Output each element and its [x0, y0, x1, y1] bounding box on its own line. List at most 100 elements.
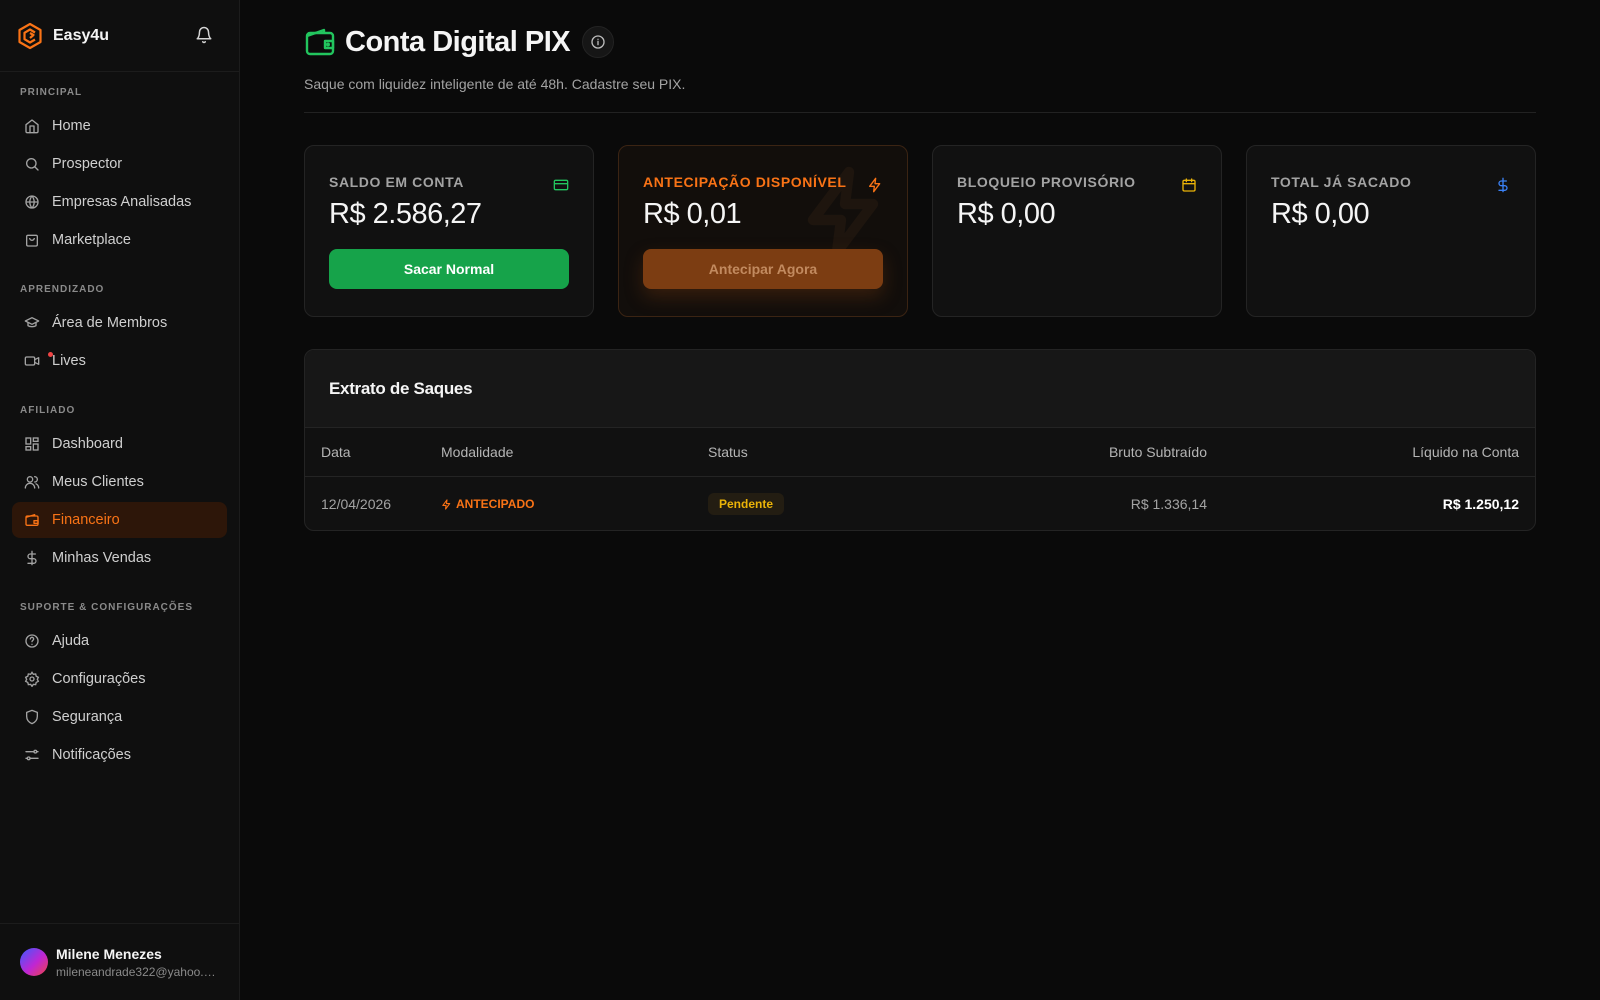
bell-icon[interactable] — [195, 26, 213, 44]
sidebar-item-meus-clientes[interactable]: Meus Clientes — [12, 464, 227, 500]
section-label-principal: PRINCIPAL — [20, 87, 83, 98]
sidebar-item-seguranca[interactable]: Segurança — [12, 699, 227, 735]
dashboard-grid-icon — [25, 437, 39, 451]
card-label: TOTAL JÁ SACADO — [1271, 174, 1412, 190]
sidebar-item-label: Home — [52, 118, 91, 134]
brand-name: Easy4u — [53, 26, 110, 44]
lightning-icon — [442, 498, 451, 510]
card-value: R$ 0,00 — [1271, 198, 1370, 230]
main-content: Conta Digital PIX Saque com liquidez int… — [240, 0, 1600, 1000]
sidebar-item-empresas-analisadas[interactable]: Empresas Analisadas — [12, 184, 227, 220]
info-icon — [591, 35, 605, 49]
page-subtitle: Saque com liquidez inteligente de até 48… — [304, 76, 686, 92]
mode-tag: ANTECIPADO — [441, 497, 534, 511]
sidebar-item-label: Notificações — [52, 747, 131, 763]
card-label: BLOQUEIO PROVISÓRIO — [957, 174, 1136, 190]
sacar-normal-button[interactable]: Sacar Normal — [329, 249, 569, 289]
sidebar-item-ajuda[interactable]: Ajuda — [12, 623, 227, 659]
help-circle-icon — [25, 634, 39, 648]
row-date: 12/04/2026 — [321, 496, 392, 512]
info-button[interactable] — [582, 26, 615, 58]
column-header-bruto: Bruto Subtraído — [1108, 444, 1207, 460]
live-indicator-dot — [48, 352, 53, 357]
section-label-suporte: SUPORTE & CONFIGURAÇÕES — [20, 602, 194, 613]
statement-title: Extrato de Saques — [329, 378, 473, 398]
sidebar-item-marketplace[interactable]: Marketplace — [12, 222, 227, 258]
table-row: 12/04/2026 ANTECIPADO Pendente R$ 1.336,… — [305, 477, 1535, 530]
sidebar-item-notificacoes[interactable]: Notificações — [12, 737, 227, 773]
sidebar-item-label: Lives — [52, 353, 86, 369]
sidebar-item-financeiro[interactable]: Financeiro — [12, 502, 227, 538]
sidebar-item-label: Prospector — [52, 156, 123, 172]
dollar-icon — [27, 550, 37, 566]
statement-header: Extrato de Saques — [305, 350, 1535, 428]
card-value: R$ 2.586,27 — [329, 198, 482, 230]
section-label-aprendizado: APRENDIZADO — [20, 284, 105, 295]
search-icon — [26, 158, 39, 171]
sidebar-item-label: Minhas Vendas — [52, 550, 152, 566]
row-gross: R$ 1.336,14 — [1130, 496, 1207, 512]
sidebar: Easy4u PRINCIPAL Home Prospector Empresa… — [0, 0, 240, 1000]
header-divider — [304, 112, 1536, 113]
section-label-afiliado: AFILIADO — [20, 405, 76, 416]
user-name: Milene Menezes — [56, 945, 162, 962]
anticipation-card: ANTECIPAÇÃO DISPONÍVEL R$ 0,01 Antecipar… — [618, 145, 908, 317]
user-profile[interactable]: Milene Menezes mileneandrade322@yahoo.co… — [0, 923, 240, 1000]
avatar — [20, 948, 48, 976]
sidebar-item-label: Empresas Analisadas — [52, 194, 192, 210]
dollar-icon — [1498, 177, 1508, 193]
balance-card: SALDO EM CONTA R$ 2.586,27 Sacar Normal — [304, 145, 594, 317]
calendar-icon — [1182, 178, 1196, 192]
row-net: R$ 1.250,12 — [1442, 496, 1519, 512]
wallet-icon — [25, 514, 39, 526]
credit-card-icon — [553, 179, 569, 191]
sidebar-item-label: Ajuda — [52, 633, 90, 649]
provisional-block-card: BLOQUEIO PROVISÓRIO R$ 0,00 — [932, 145, 1222, 317]
sidebar-item-lives[interactable]: Lives — [12, 343, 227, 379]
sidebar-item-minhas-vendas[interactable]: Minhas Vendas — [12, 540, 227, 576]
graduation-cap-icon — [24, 317, 40, 328]
total-withdrawn-card: TOTAL JÁ SACADO R$ 0,00 — [1246, 145, 1536, 317]
sidebar-item-area-de-membros[interactable]: Área de Membros — [12, 305, 227, 341]
shopping-bag-icon — [26, 234, 38, 247]
withdrawal-statement: Extrato de Saques Data Modalidade Status… — [304, 349, 1536, 531]
sidebar-item-label: Marketplace — [52, 232, 131, 248]
shield-icon — [26, 709, 38, 725]
page-title: Conta Digital PIX — [345, 25, 571, 58]
sidebar-item-label: Meus Clientes — [52, 474, 144, 490]
status-badge: Pendente — [708, 493, 785, 515]
sidebar-item-configuracoes[interactable]: Configurações — [12, 661, 227, 697]
column-header-liquido: Líquido na Conta — [1412, 444, 1519, 460]
user-email: mileneandrade322@yahoo.com.br — [56, 964, 218, 979]
sidebar-item-label: Configurações — [52, 671, 146, 687]
sidebar-item-home[interactable]: Home — [12, 108, 227, 144]
easy4u-logo-icon — [18, 22, 42, 49]
page-header: Conta Digital PIX Saque com liquidez int… — [304, 24, 1536, 93]
row-status: Pendente — [708, 477, 785, 530]
row-mode: ANTECIPADO — [441, 477, 534, 530]
sidebar-item-label: Financeiro — [52, 512, 120, 528]
column-header-data: Data — [321, 444, 351, 460]
card-label: SALDO EM CONTA — [329, 174, 464, 190]
card-value: R$ 0,01 — [643, 198, 742, 230]
antecipar-agora-button[interactable]: Antecipar Agora — [643, 249, 883, 289]
brand-header: Easy4u — [0, 0, 239, 72]
sidebar-item-label: Área de Membros — [52, 315, 168, 331]
sidebar-item-dashboard[interactable]: Dashboard — [12, 426, 227, 462]
sidebar-item-label: Dashboard — [52, 436, 123, 452]
sliders-icon — [25, 749, 39, 761]
table-header: Data Modalidade Status Bruto Subtraído L… — [305, 428, 1535, 477]
gear-icon — [24, 671, 40, 687]
users-icon — [24, 476, 40, 489]
sidebar-item-prospector[interactable]: Prospector — [12, 146, 227, 182]
wallet-icon — [305, 28, 335, 56]
lightning-icon — [869, 177, 881, 193]
card-label: ANTECIPAÇÃO DISPONÍVEL — [643, 174, 847, 190]
video-icon — [24, 356, 40, 366]
column-header-modalidade: Modalidade — [441, 444, 514, 460]
mode-label: ANTECIPADO — [456, 497, 535, 511]
column-header-status: Status — [708, 444, 748, 460]
sidebar-item-label: Segurança — [52, 709, 123, 725]
card-value: R$ 0,00 — [957, 198, 1056, 230]
globe-icon — [25, 195, 39, 209]
